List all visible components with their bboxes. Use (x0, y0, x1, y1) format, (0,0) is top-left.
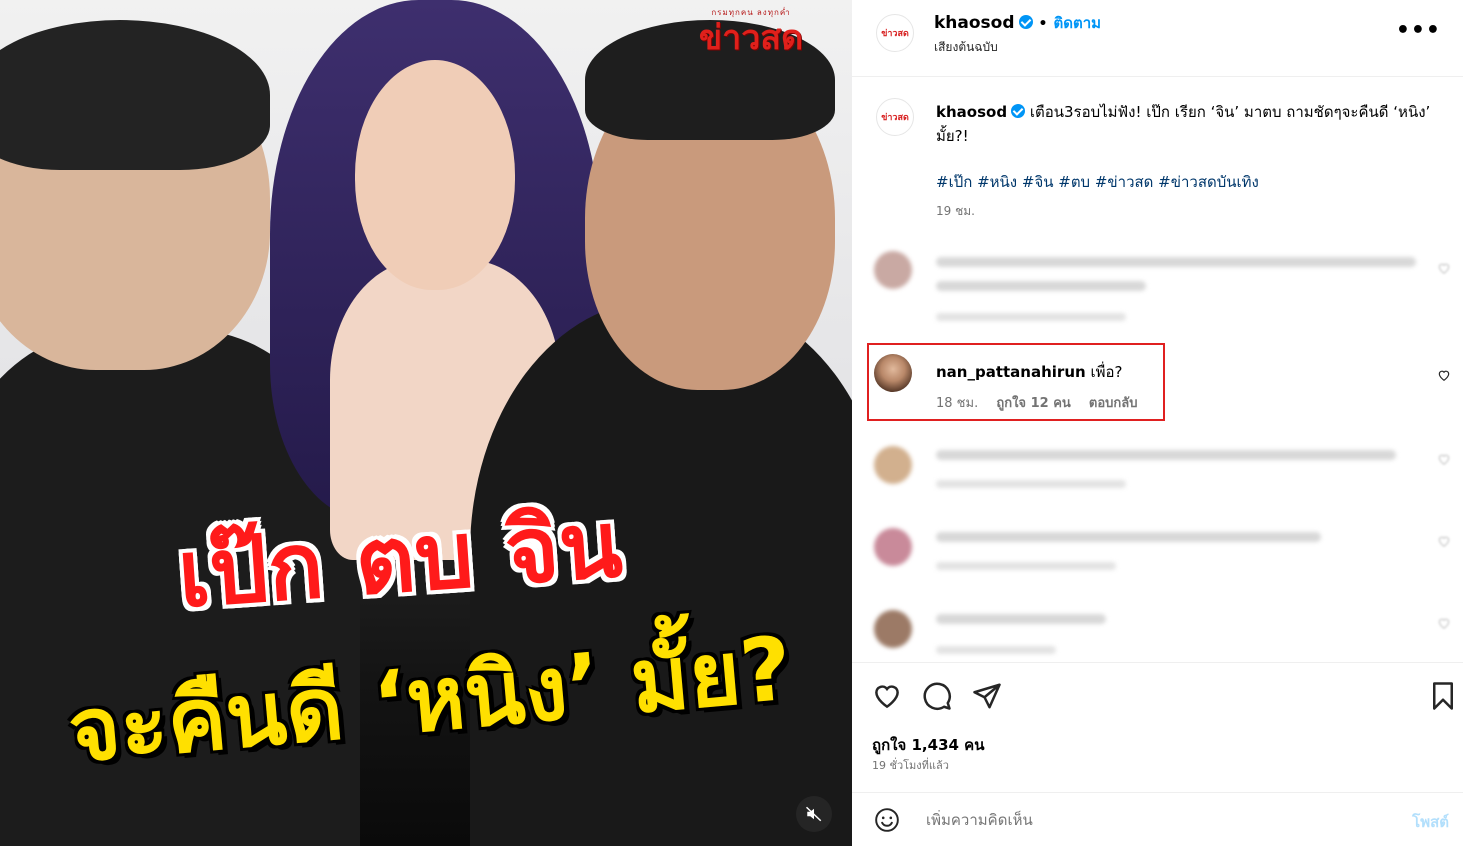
comment-text: เพื่อ? (1090, 363, 1123, 381)
author-avatar[interactable]: ข่าวสด (876, 14, 914, 52)
comment-input[interactable] (924, 810, 1348, 830)
commenter-avatar (874, 251, 912, 289)
comment-meta: 18 ชม. ถูกใจ 12 คน ตอบกลับ (936, 392, 1152, 413)
caption-username[interactable]: khaosod (936, 103, 1007, 121)
blurred-comment-text (936, 614, 1106, 624)
comment-time: 18 ชม. (936, 396, 979, 411)
blurred-comment-meta (936, 562, 1116, 570)
mute-button[interactable] (796, 796, 832, 832)
bookmark-icon[interactable] (1428, 681, 1458, 711)
follow-button[interactable]: ติดตาม (1053, 14, 1101, 32)
blurred-comment-text (936, 257, 1416, 267)
blurred-comment (852, 245, 1463, 321)
caption-timestamp: 19 ชม. (936, 204, 975, 218)
verified-badge-icon (1011, 104, 1026, 118)
like-comment-icon[interactable] (1437, 368, 1451, 382)
heart-icon[interactable] (872, 681, 902, 711)
original-audio-link[interactable]: เสียงต้นฉบับ (934, 38, 998, 57)
comment-likes[interactable]: ถูกใจ 12 คน (996, 396, 1070, 411)
commenter-avatar[interactable] (874, 354, 912, 392)
like-comment-icon[interactable] (1437, 616, 1451, 630)
like-comment-icon[interactable] (1437, 452, 1451, 466)
caption-author-avatar[interactable]: ข่าวสด (876, 98, 914, 136)
woman-face (355, 60, 515, 290)
blurred-comment-text (936, 450, 1396, 460)
avatar-logo-text: ข่าวสด (881, 29, 909, 39)
add-comment-bar: โพสต์ (852, 792, 1463, 847)
caption-hashtags[interactable]: #เป๊ก #หนิง #จิน #ตบ #ข่าวสด #ข่าวสดบันเ… (936, 170, 1259, 194)
post-time-ago: 19 ชั่วโมงที่แล้ว (872, 759, 949, 772)
post-header: ข่าวสด khaosod • ติดตาม เสียงต้นฉบับ ••• (852, 0, 1463, 77)
like-comment-icon[interactable] (1437, 261, 1451, 275)
commenter-avatar (874, 610, 912, 648)
blurred-comment-meta (936, 646, 1056, 654)
instagram-post-modal: กรมทุกคน ลงทุกค่ำ ข่าวสด เป๊ก ตบ จิน จะค… (0, 0, 1463, 846)
highlighted-comment-line: nan_pattanahirun เพื่อ? (936, 360, 1122, 384)
comment-icon[interactable] (922, 681, 952, 711)
avatar-logo-text: ข่าวสด (881, 113, 909, 123)
post-media[interactable]: กรมทุกคน ลงทุกค่ำ ข่าวสด เป๊ก ตบ จิน จะค… (0, 0, 852, 846)
comment-username[interactable]: nan_pattanahirun (936, 363, 1086, 381)
speaker-muted-icon (805, 806, 822, 822)
blurred-comment-meta (936, 313, 1126, 321)
author-line: khaosod • ติดตาม (934, 11, 1101, 35)
blurred-comment (852, 440, 1463, 510)
post-sidebar: ข่าวสด khaosod • ติดตาม เสียงต้นฉบับ ••• ข… (852, 0, 1463, 846)
share-icon[interactable] (972, 681, 1002, 711)
post-comment-button[interactable]: โพสต์ (1412, 810, 1449, 834)
verified-badge-icon (1018, 15, 1033, 29)
blurred-comment (852, 522, 1463, 592)
caption-text-block: khaosod เตือน3รอบไม่ฟัง! เป๊ก เรียก ‘จิน… (936, 100, 1436, 148)
more-options-button[interactable]: ••• (1396, 18, 1441, 43)
khaosod-logo: กรมทุกคน ลงทุกค่ำ ข่าวสด (676, 6, 826, 60)
author-username[interactable]: khaosod (934, 13, 1015, 33)
separator-dot: • (1038, 16, 1048, 32)
blurred-comment-text (936, 532, 1321, 542)
commenter-avatar (874, 446, 912, 484)
logo-wordmark: ข่าวสด (698, 18, 804, 58)
emoji-icon[interactable] (874, 807, 900, 833)
like-comment-icon[interactable] (1437, 534, 1451, 548)
blurred-comment-text (936, 281, 1146, 291)
likes-count[interactable]: ถูกใจ 1,434 คน (872, 733, 984, 757)
post-actions: ถูกใจ 1,434 คน 19 ชั่วโมงที่แล้ว (852, 662, 1463, 793)
man-left-hair (0, 20, 270, 170)
blurred-comment-meta (936, 480, 1126, 488)
commenter-avatar (874, 528, 912, 566)
reply-button[interactable]: ตอบกลับ (1089, 396, 1138, 411)
